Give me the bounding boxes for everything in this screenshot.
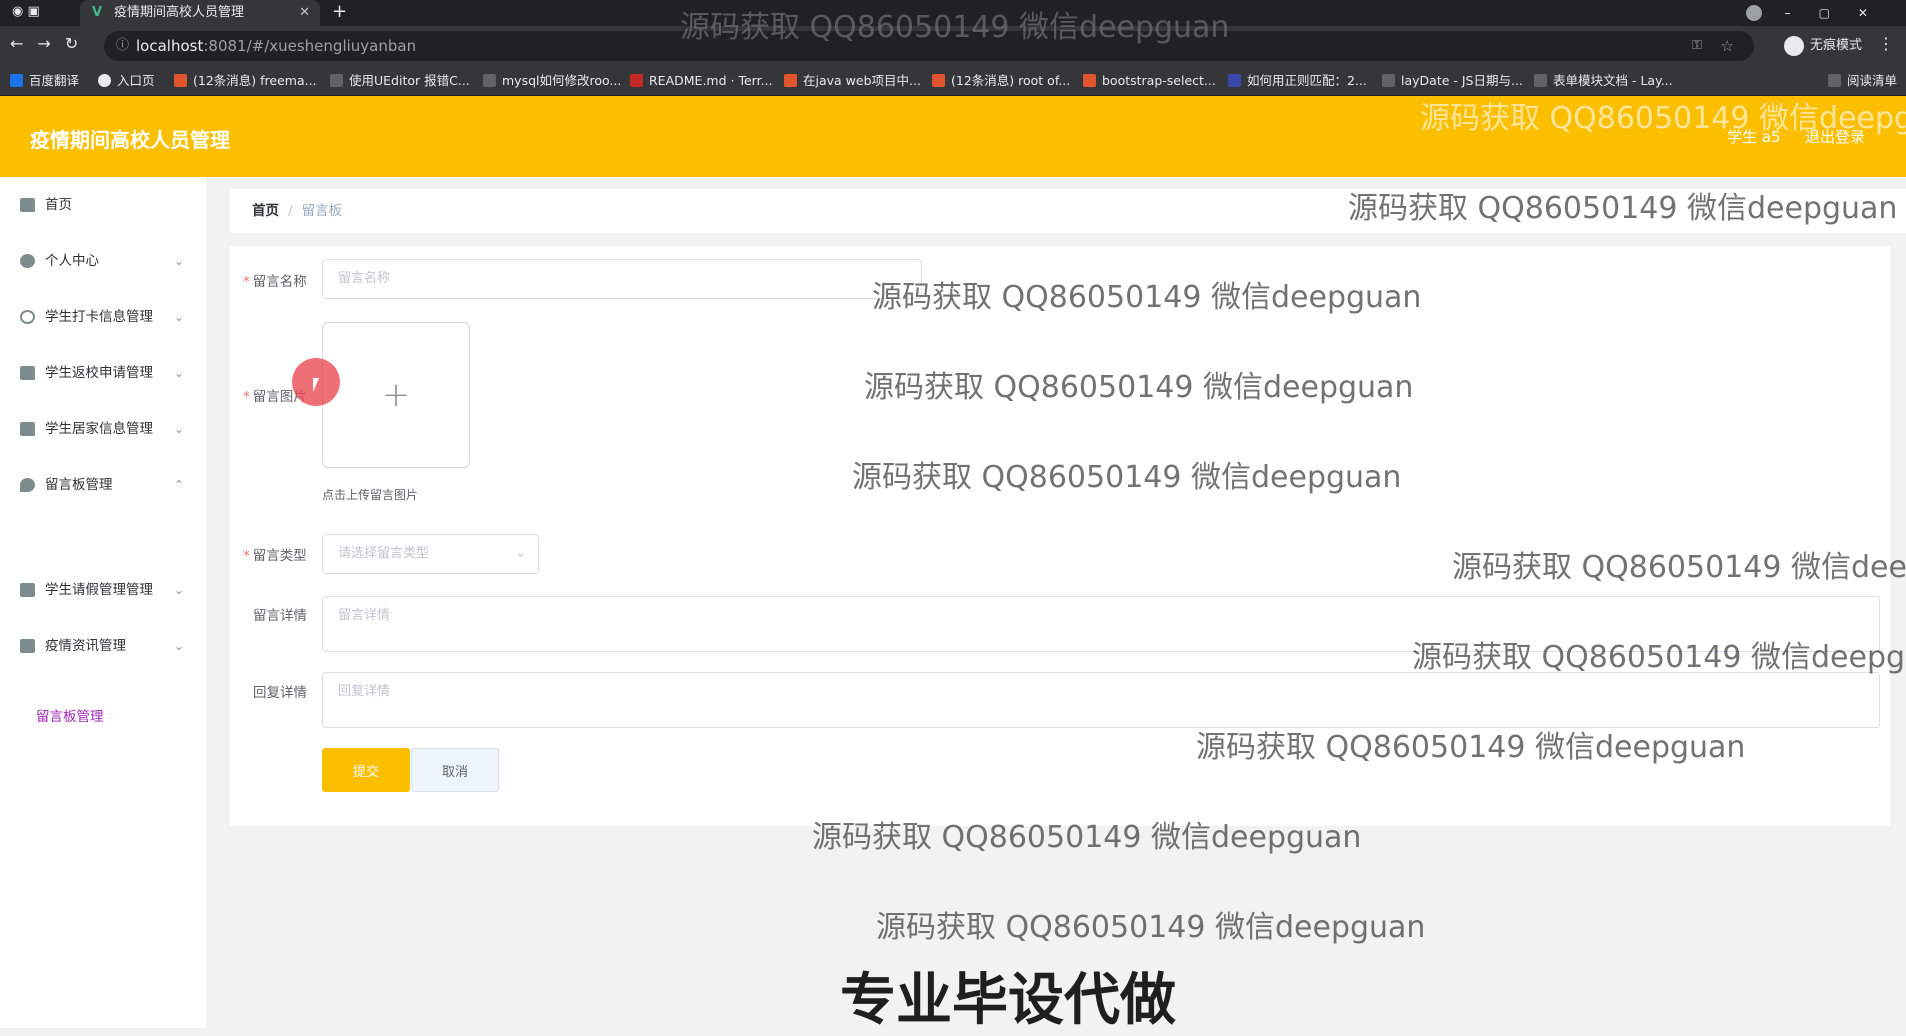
breadcrumb-current: 留言板 xyxy=(301,203,343,219)
chevron-down-icon: ⌄ xyxy=(515,546,526,561)
sidebar: 首页 个人中心 ⌄ 学生打卡信息管理 ⌄ 学生返校申请管理 ⌄ 学生居家信息管理… xyxy=(0,177,206,1028)
browser-window-icons: ◉ ▣ xyxy=(12,4,40,19)
target-icon xyxy=(20,310,35,324)
site-info-icon[interactable]: ⓘ xyxy=(116,31,129,61)
bookmark-item[interactable]: layDate - JS日期与... xyxy=(1382,66,1523,96)
chevron-up-icon: ⌃ xyxy=(173,478,184,492)
name-input[interactable]: 留言名称 xyxy=(322,259,922,299)
bookmark-item[interactable]: 百度翻译 xyxy=(10,66,79,96)
sidebar-item-message-board[interactable]: 留言板管理 ⌃ xyxy=(0,457,206,513)
chart-icon xyxy=(20,422,35,436)
watermark-text: 源码获取 QQ86050149 微信deepguan xyxy=(812,820,1362,855)
sidebar-item-return-school[interactable]: 学生返校申请管理 ⌄ xyxy=(0,345,206,401)
sidebar-item-leave[interactable]: 学生请假管理管理 ⌄ xyxy=(0,562,206,618)
reading-list-item[interactable]: 阅读清单 xyxy=(1828,66,1897,96)
chevron-down-icon: ⌄ xyxy=(173,583,184,597)
sidebar-subitem-message-board[interactable]: 留言板管理 xyxy=(36,705,104,725)
sidebar-item-home[interactable]: 首页 xyxy=(0,177,206,233)
cancel-button[interactable]: 取消 xyxy=(411,748,499,792)
bookmark-item[interactable]: 使用UEditor 报错C... xyxy=(330,66,470,96)
name-label: * 留言名称 xyxy=(243,274,307,290)
sidebar-item-home-info[interactable]: 学生居家信息管理 ⌄ xyxy=(0,401,206,457)
bookmark-star-icon[interactable]: ☆ xyxy=(1721,31,1734,61)
watermark-text: 源码获取 QQ86050149 微信deepguan xyxy=(872,280,1422,315)
plus-icon: + xyxy=(381,375,411,415)
briefcase-icon xyxy=(20,366,35,380)
browser-menu-icon[interactable]: ⋮ xyxy=(1878,34,1894,53)
news-icon xyxy=(20,639,35,653)
sidebar-item-checkin[interactable]: 学生打卡信息管理 ⌄ xyxy=(0,289,206,345)
user-icon xyxy=(20,254,35,268)
type-label: * 留言类型 xyxy=(243,548,307,564)
sidebar-item-personal-center[interactable]: 个人中心 ⌄ xyxy=(0,233,206,289)
browser-tab-active[interactable]: V 疫情期间高校人员管理 ✕ xyxy=(80,0,320,26)
chevron-down-icon: ⌄ xyxy=(173,422,184,436)
chevron-down-icon: ⌄ xyxy=(173,366,184,380)
chevron-down-icon: ⌄ xyxy=(173,310,184,324)
incognito-indicator[interactable]: 无痕模式 xyxy=(1783,35,1862,57)
bookmark-item[interactable]: 在java web项目中... xyxy=(784,66,921,96)
vue-favicon-icon: V xyxy=(92,5,103,20)
bookmark-item[interactable]: 表单模块文档 - Lay... xyxy=(1534,66,1673,96)
breadcrumb-home[interactable]: 首页 xyxy=(252,203,279,219)
tab-close-icon[interactable]: ✕ xyxy=(299,0,310,26)
watermark-text: 源码获取 QQ86050149 微信deepguan xyxy=(1452,550,1906,585)
watermark-text: 源码获取 QQ86050149 微信deepguan xyxy=(864,370,1414,405)
bookmark-item[interactable]: README.md · Terr... xyxy=(630,66,772,96)
window-controls[interactable]: –▢✕ xyxy=(1785,0,1896,26)
watermark-text: 源码获取 QQ86050149 微信deepguan xyxy=(1348,191,1898,226)
url-path: :8081/#/xueshengliuyanban xyxy=(203,37,417,55)
chevron-down-icon: ⌄ xyxy=(173,254,184,268)
watermark-text: 源码获取 QQ86050149 微信deepguan xyxy=(1412,640,1906,675)
nav-buttons[interactable]: ←→↻ xyxy=(10,34,92,53)
checklist-icon xyxy=(20,583,35,597)
incognito-label: 无痕模式 xyxy=(1809,38,1862,53)
upload-tip: 点击上传留言图片 xyxy=(322,488,419,502)
bookmark-item[interactable]: 入口页 xyxy=(98,66,155,96)
key-icon[interactable]: ⚿ xyxy=(1692,31,1702,61)
submit-button[interactable]: 提交 xyxy=(322,748,410,792)
watermark-text: 源码获取 QQ86050149 微信deepguan xyxy=(680,10,1230,45)
breadcrumb-separator: / xyxy=(288,203,293,219)
reply-label: 回复详情 xyxy=(253,685,307,701)
message-icon xyxy=(20,478,35,492)
app-title: 疫情期间高校人员管理 xyxy=(30,128,230,152)
bookmark-item[interactable]: bootstrap-select... xyxy=(1083,66,1216,96)
new-tab-icon[interactable]: + xyxy=(332,0,347,24)
watermark-slogan: 专业毕设代做 xyxy=(840,968,1176,1033)
detail-label: 留言详情 xyxy=(253,608,307,624)
bookmarks-bar: 百度翻译 入口页 (12条消息) freema... 使用UEditor 报错C… xyxy=(0,66,1906,96)
watermark-text: 源码获取 QQ86050149 微信deepguan xyxy=(876,910,1426,945)
incognito-icon xyxy=(1783,35,1804,56)
profile-dropdown-icon[interactable] xyxy=(1746,5,1762,21)
home-icon xyxy=(20,198,35,212)
bookmark-item[interactable]: (12条消息) freema... xyxy=(174,66,317,96)
watermark-text: 源码获取 QQ86050149 微信deepguan xyxy=(1420,101,1906,136)
chevron-down-icon: ⌄ xyxy=(173,639,184,653)
mouse-cursor-icon xyxy=(313,378,325,392)
image-uploader[interactable]: + xyxy=(322,322,470,468)
bookmark-item[interactable]: mysql如何修改roo... xyxy=(483,66,621,96)
bookmark-item[interactable]: 如何用正则匹配：2... xyxy=(1228,66,1367,96)
tab-title: 疫情期间高校人员管理 xyxy=(114,5,245,20)
watermark-text: 源码获取 QQ86050149 微信deepguan xyxy=(852,460,1402,495)
watermark-text: 源码获取 QQ86050149 微信deepguan xyxy=(1196,730,1746,765)
url-host: localhost xyxy=(136,37,204,55)
type-select[interactable]: 请选择留言类型 ⌄ xyxy=(322,534,539,574)
bookmark-item[interactable]: (12条消息) root of... xyxy=(932,66,1070,96)
reply-textarea[interactable]: 回复详情 xyxy=(322,672,1880,728)
sidebar-item-epidemic-news[interactable]: 疫情资讯管理 ⌄ xyxy=(0,618,206,674)
